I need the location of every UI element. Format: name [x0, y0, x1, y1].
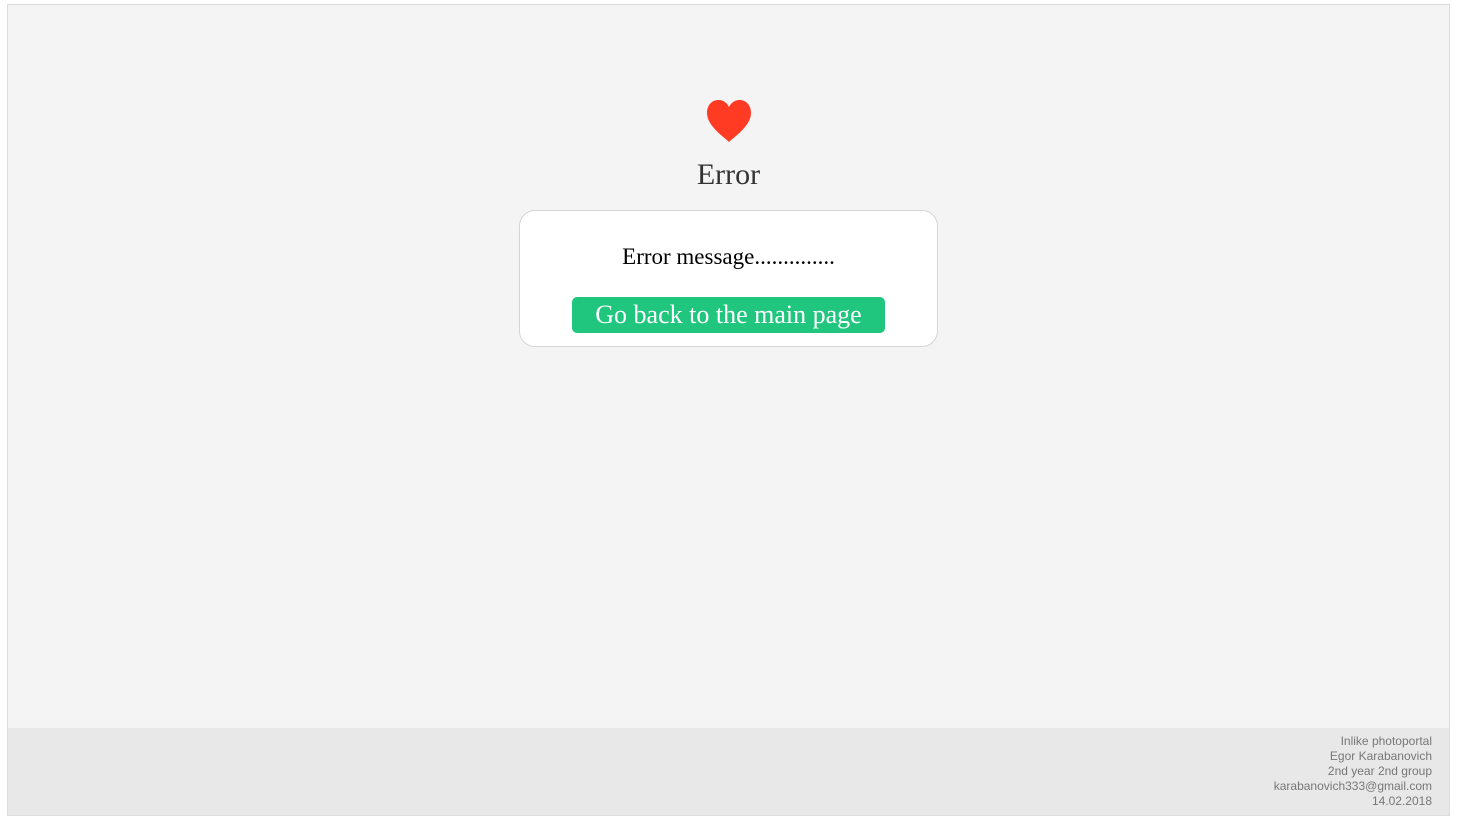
footer: Inlike photoportal Egor Karabanovich 2nd… [8, 728, 1449, 815]
error-card: Error message.............. Go back to t… [519, 210, 938, 347]
footer-group: 2nd year 2nd group [1327, 764, 1432, 778]
error-message: Error message.............. [622, 244, 835, 269]
footer-author: Egor Karabanovich [1329, 749, 1432, 763]
page-frame: Error Error message.............. Go bac… [7, 4, 1450, 816]
main-content: Error Error message.............. Go bac… [8, 5, 1449, 728]
page-title: Error [696, 158, 761, 191]
footer-date: 14.02.2018 [1371, 794, 1432, 808]
go-back-button[interactable]: Go back to the main page [572, 297, 885, 333]
footer-info: Inlike photoportal Egor Karabanovich 2nd… [1274, 734, 1432, 809]
footer-site-name: Inlike photoportal [1340, 734, 1432, 748]
footer-email: karabanovich333@gmail.com [1273, 779, 1432, 793]
heart-icon [707, 100, 751, 142]
